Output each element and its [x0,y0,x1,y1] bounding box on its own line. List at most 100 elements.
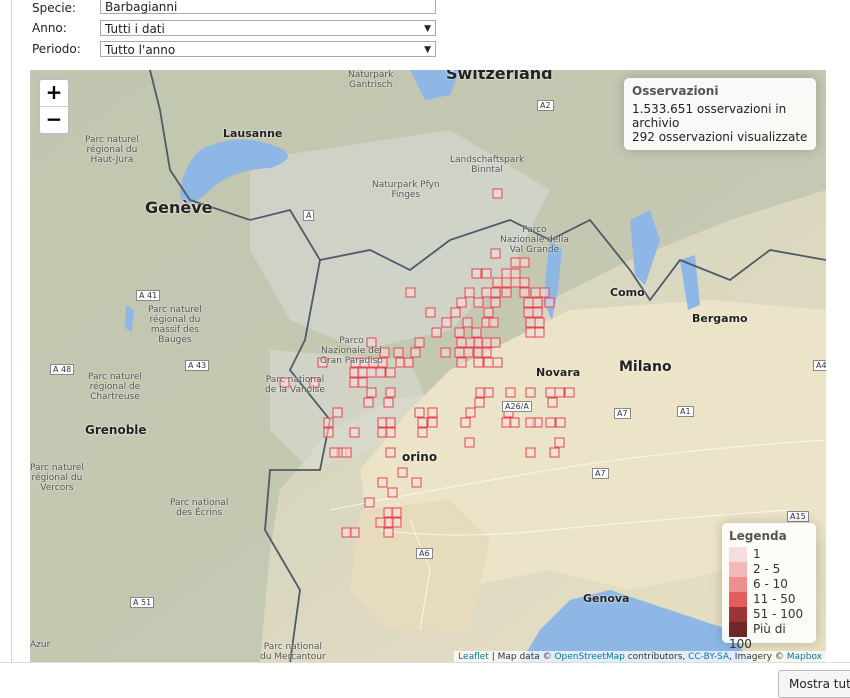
grid-cell[interactable] [427,407,438,418]
grid-cell[interactable] [417,417,428,428]
grid-cell[interactable] [456,297,467,308]
grid-cell[interactable] [490,248,501,259]
grid-cell[interactable] [375,367,386,378]
grid-cell[interactable] [525,417,536,428]
grid-cell[interactable] [385,427,396,438]
grid-cell[interactable] [501,277,512,288]
grid-cell[interactable] [349,427,360,438]
grid-cell[interactable] [454,347,465,358]
grid-cell[interactable] [341,447,352,458]
mapbox-link[interactable]: Mapbox [787,652,822,662]
grid-cell[interactable] [414,407,425,418]
grid-cell[interactable] [490,287,501,298]
grid-cell[interactable] [397,467,408,478]
grid-cell[interactable] [454,327,465,338]
grid-cell[interactable] [385,367,396,378]
grid-cell[interactable] [555,417,566,428]
grid-cell[interactable] [464,437,475,448]
grid-cell[interactable] [532,307,543,318]
grid-cell[interactable] [425,307,436,318]
grid-cell[interactable] [473,297,484,308]
grid-cell[interactable] [564,387,575,398]
grid-cell[interactable] [462,317,473,328]
grid-cell[interactable] [525,317,536,328]
grid-cell[interactable] [523,297,534,308]
grid-cell[interactable] [441,317,452,328]
grid-cell[interactable] [323,427,334,438]
grid-cell[interactable] [366,387,377,398]
grid-cell[interactable] [530,287,541,298]
grid-cell[interactable] [414,337,425,348]
grid-cell[interactable] [460,417,471,428]
grid-cell[interactable] [473,357,484,368]
grid-cell[interactable] [481,287,492,298]
grid-cell[interactable] [481,268,492,279]
grid-cell[interactable] [525,327,536,338]
grid-cell[interactable] [492,277,503,288]
grid-cell[interactable] [465,407,476,418]
zoom-in-button[interactable]: + [40,80,68,106]
zoom-out-button[interactable]: − [40,106,68,133]
grid-cell[interactable] [357,377,368,388]
grid-cell[interactable] [385,447,396,458]
grid-cell[interactable] [332,407,343,418]
anno-select[interactable]: Tutti i dati ▼ [100,20,436,36]
grid-cell[interactable] [547,397,558,408]
grid-cell[interactable] [464,287,475,298]
grid-cell[interactable] [492,357,503,368]
specie-input[interactable]: Barbagianni [100,0,436,14]
osm-link[interactable]: OpenStreetMap [554,652,624,662]
grid-cell[interactable] [463,347,474,358]
grid-cell[interactable] [549,447,560,458]
grid-cell[interactable] [456,357,467,368]
grid-cell[interactable] [366,367,377,378]
grid-cell[interactable] [525,387,536,398]
grid-cell[interactable] [329,447,340,458]
grid-cell[interactable] [410,347,421,358]
grid-cell[interactable] [450,307,461,318]
grid-cell[interactable] [523,307,534,318]
grid-cell[interactable] [510,277,521,288]
periodo-select[interactable]: Tutto l'anno ▼ [100,41,436,57]
grid-cell[interactable] [501,287,512,298]
grid-cell[interactable] [545,417,556,428]
grid-cell[interactable] [492,188,503,199]
grid-cell[interactable] [405,287,416,298]
grid-cell[interactable] [483,357,494,368]
grid-cell[interactable] [357,367,368,378]
grid-cell[interactable] [391,507,402,518]
grid-cell[interactable] [554,437,565,448]
grid-cell[interactable] [505,387,516,398]
cc-link[interactable]: CC-BY-SA [688,652,729,662]
grid-cell[interactable] [501,268,512,279]
grid-cell[interactable] [385,387,396,398]
leaflet-link[interactable]: Leaflet [458,652,489,662]
grid-cell[interactable] [393,347,404,358]
grid-cell[interactable] [554,387,565,398]
show-all-button[interactable]: Mostra tutt [778,670,850,698]
grid-cell[interactable] [431,327,442,338]
grid-cell[interactable] [411,477,422,488]
grid-cell[interactable] [509,417,520,428]
grid-cell[interactable] [532,297,543,308]
grid-cell[interactable] [483,387,494,398]
grid-cell[interactable] [364,497,375,508]
grid-cell[interactable] [483,307,494,318]
grid-cell[interactable] [545,387,556,398]
grid-cell[interactable] [510,268,521,279]
grid-cell[interactable] [383,397,394,408]
grid-cell[interactable] [488,317,499,328]
grid-cell[interactable] [481,347,492,358]
grid-cell[interactable] [474,397,485,408]
grid-cell[interactable] [534,327,545,338]
grid-cell[interactable] [490,337,501,348]
grid-cell[interactable] [377,477,388,488]
grid-cell[interactable] [440,347,451,358]
observation-map[interactable]: Switzerland Lausanne Genève Grenoble Mil… [30,70,826,663]
grid-cell[interactable] [534,317,545,328]
grid-cell[interactable] [385,417,396,428]
grid-cell[interactable] [510,257,521,268]
grid-cell[interactable] [323,417,334,428]
grid-cell[interactable] [375,517,386,528]
grid-cell[interactable] [471,327,482,338]
